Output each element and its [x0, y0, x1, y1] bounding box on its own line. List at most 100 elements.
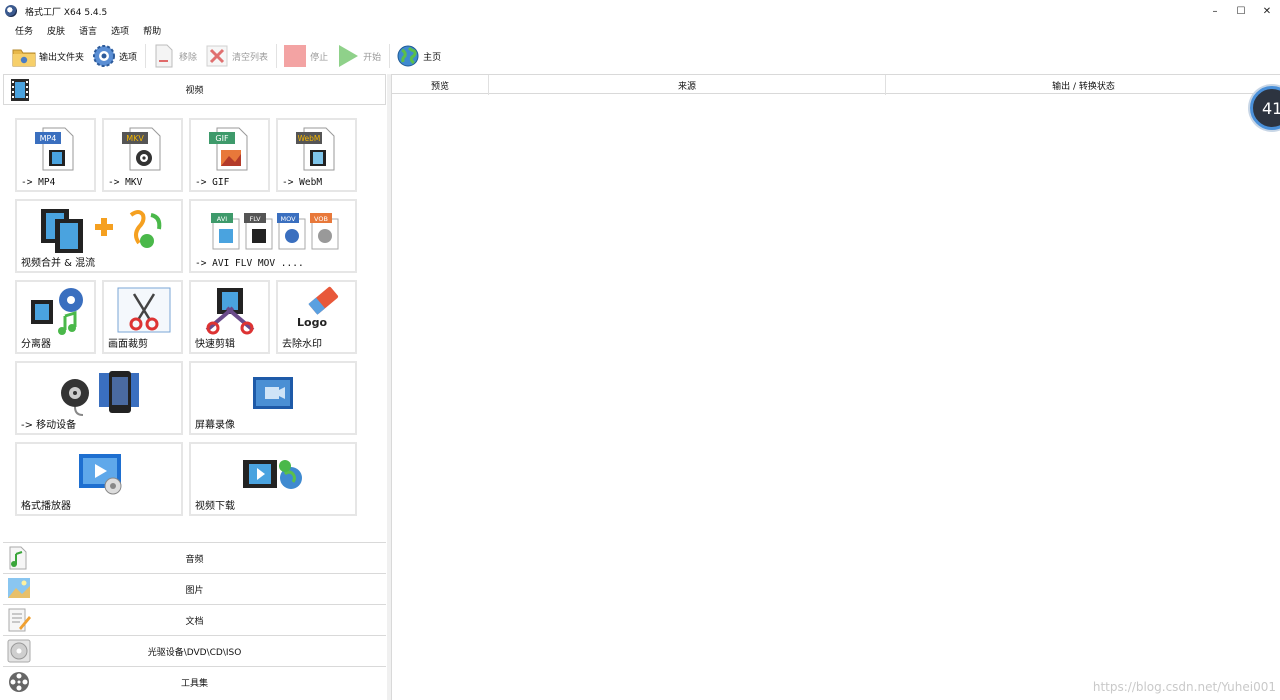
remove-button[interactable]: 移除 — [152, 42, 205, 70]
output-folder-button[interactable]: 输出文件夹 — [12, 42, 92, 70]
close-button[interactable]: ✕ — [1254, 0, 1280, 22]
gear-icon — [92, 44, 116, 68]
start-button[interactable]: 开始 — [336, 42, 389, 70]
maximize-button[interactable]: ☐ — [1228, 0, 1254, 22]
home-button[interactable]: 主页 — [396, 42, 449, 70]
stop-icon — [283, 44, 307, 68]
tile-label: -> 移动设备 — [21, 420, 77, 431]
menu-skin[interactable]: 皮肤 — [40, 24, 72, 37]
globe-icon — [396, 44, 420, 68]
tile-label: 画面裁剪 — [108, 339, 148, 350]
options-button[interactable]: 选项 — [92, 42, 145, 70]
picture-icon — [7, 577, 31, 601]
app-window: 格式工厂 X64 5.4.5 – ☐ ✕ 任务 皮肤 语言 选项 帮助 输出文件… — [0, 0, 1280, 700]
tile-screen-record[interactable]: 屏幕录像 — [189, 361, 357, 435]
merge-media-icon — [39, 207, 164, 259]
tile-to-avi-flv-mov[interactable]: AVI FLV MOV VOB -> AVI FLV MOV .... — [189, 199, 357, 273]
tile-label: 去除水印 — [282, 339, 322, 350]
svg-text:MP4: MP4 — [40, 134, 57, 143]
minimize-button[interactable]: – — [1202, 0, 1228, 22]
clear-list-button[interactable]: 清空列表 — [205, 42, 276, 70]
toolbar: 输出文件夹 选项 移除 清空列表 停止 开始 主页 — [0, 40, 1280, 72]
category-dvd-cd-iso[interactable]: 光驱设备\DVD\CD\ISO — [3, 635, 386, 666]
film-strip-icon — [9, 78, 33, 102]
tile-to-webm[interactable]: WebM -> WebM — [276, 118, 357, 192]
category-video-label: 视频 — [185, 86, 204, 96]
task-list-panel: 预览 来源 输出 / 转换状态 41 https://blog.csdn.net… — [391, 74, 1280, 700]
category-audio[interactable]: 音频 — [3, 542, 386, 573]
svg-text:MKV: MKV — [126, 134, 144, 143]
menu-help[interactable]: 帮助 — [136, 24, 168, 37]
tile-format-player[interactable]: 格式播放器 — [15, 442, 183, 516]
tile-label: 格式播放器 — [21, 501, 71, 512]
multi-format-icon: AVI FLV MOV VOB — [211, 211, 341, 255]
quick-edit-icon — [203, 286, 259, 340]
tile-to-gif[interactable]: GIF -> GIF — [189, 118, 270, 192]
mp4-file-icon: MP4 — [33, 126, 79, 176]
menu-task[interactable]: 任务 — [8, 24, 40, 37]
tile-label: -> MP4 — [21, 177, 56, 188]
svg-text:AVI: AVI — [217, 215, 227, 223]
toolbar-separator — [276, 44, 278, 68]
video-download-icon — [241, 456, 307, 496]
film-reel-icon — [7, 670, 31, 694]
window-title: 格式工厂 X64 5.4.5 — [25, 7, 108, 18]
clear-x-icon — [205, 44, 229, 68]
tile-label: 视频下载 — [195, 501, 235, 512]
splitter-icon — [29, 286, 85, 340]
tile-label: 快速剪辑 — [195, 339, 235, 350]
folder-icon — [12, 44, 36, 68]
scissors-crop-icon — [116, 286, 172, 340]
category-document[interactable]: 文档 — [3, 604, 386, 635]
eraser-icon: Logo — [294, 286, 344, 336]
tile-to-mkv[interactable]: MKV -> MKV — [102, 118, 183, 192]
task-list-header: 预览 来源 输出 / 转换状态 — [392, 74, 1280, 95]
tile-splitter[interactable]: 分离器 — [15, 280, 96, 354]
category-toolbox[interactable]: 工具集 — [3, 666, 386, 697]
video-tiles: MP4 -> MP4 MKV -> MKV GIF -> GIF WebM ->… — [15, 118, 361, 518]
column-preview[interactable]: 预览 — [392, 75, 489, 95]
title-bar: 格式工厂 X64 5.4.5 – ☐ ✕ — [0, 0, 1280, 22]
disc-drive-icon — [7, 639, 31, 663]
tile-crop[interactable]: 画面裁剪 — [102, 280, 183, 354]
menu-bar: 任务 皮肤 语言 选项 帮助 — [8, 22, 168, 38]
toolbar-separator — [389, 44, 391, 68]
mobile-device-icon — [57, 369, 147, 421]
document-remove-icon — [152, 44, 176, 68]
tile-to-mobile[interactable]: -> 移动设备 — [15, 361, 183, 435]
bottom-categories: 音频 图片 文档 光驱设备\DVD\CD\ISO 工具集 — [3, 542, 386, 697]
player-icon — [77, 452, 125, 500]
category-image[interactable]: 图片 — [3, 573, 386, 604]
tile-label: 视频合并 & 混流 — [21, 258, 96, 269]
webm-file-icon: WebM — [294, 126, 340, 176]
screen-record-icon — [251, 375, 295, 417]
tile-label: -> GIF — [195, 177, 230, 188]
svg-text:FLV: FLV — [249, 215, 261, 223]
category-video-header[interactable]: 视频 — [3, 74, 386, 105]
tile-video-merge[interactable]: 视频合并 & 混流 — [15, 199, 183, 273]
tile-label: -> AVI FLV MOV .... — [195, 258, 304, 269]
tile-quick-edit[interactable]: 快速剪辑 — [189, 280, 270, 354]
tile-label: 屏幕录像 — [195, 420, 235, 431]
column-output-status[interactable]: 输出 / 转换状态 — [886, 75, 1280, 95]
floating-counter-badge[interactable]: 41 — [1250, 86, 1280, 130]
svg-text:VOB: VOB — [314, 215, 328, 223]
svg-text:MOV: MOV — [280, 215, 296, 223]
column-source[interactable]: 来源 — [489, 75, 886, 95]
window-controls: – ☐ ✕ — [1202, 0, 1280, 22]
stop-button[interactable]: 停止 — [283, 42, 336, 70]
music-note-icon — [7, 546, 31, 570]
menu-options[interactable]: 选项 — [104, 24, 136, 37]
tile-remove-watermark[interactable]: Logo 去除水印 — [276, 280, 357, 354]
tile-label: -> MKV — [108, 177, 143, 188]
tile-to-mp4[interactable]: MP4 -> MP4 — [15, 118, 96, 192]
svg-text:Logo: Logo — [297, 316, 327, 329]
tile-label: 分离器 — [21, 339, 51, 350]
document-pen-icon — [7, 608, 31, 632]
play-icon — [336, 44, 360, 68]
menu-language[interactable]: 语言 — [72, 24, 104, 37]
tile-label: -> WebM — [282, 177, 323, 188]
tile-video-download[interactable]: 视频下载 — [189, 442, 357, 516]
toolbar-separator — [145, 44, 147, 68]
watermark-text: https://blog.csdn.net/Yuhei001 — [1092, 680, 1276, 694]
